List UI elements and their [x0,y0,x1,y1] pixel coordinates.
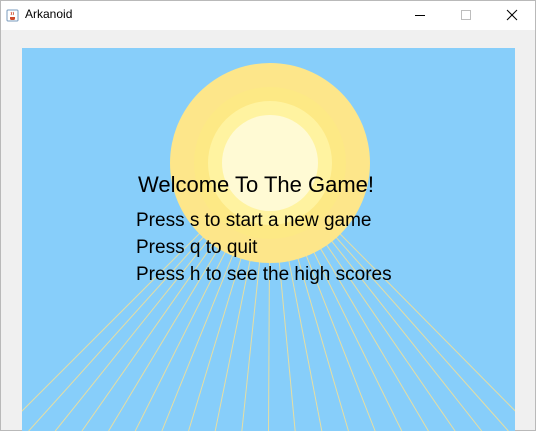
menu-option-start: Press s to start a new game [136,210,372,231]
minimize-icon [415,15,425,16]
menu-option-quit: Press q to quit [136,237,258,258]
maximize-button[interactable] [443,1,489,30]
maximize-icon [461,10,471,20]
game-canvas[interactable]: Welcome To The Game! Press s to start a … [22,48,515,431]
title-bar[interactable]: Arkanoid [1,1,535,30]
close-button[interactable] [489,1,535,30]
window-title: Arkanoid [25,7,73,21]
app-window: Arkanoid Welcome To The Game! Press s to… [0,0,536,431]
sun-graphic [22,63,515,431]
java-cup-icon [6,9,19,22]
menu-option-high-scores: Press h to see the high scores [136,264,392,285]
welcome-title: Welcome To The Game! [138,172,374,197]
minimize-button[interactable] [397,1,443,30]
close-icon [506,9,518,21]
